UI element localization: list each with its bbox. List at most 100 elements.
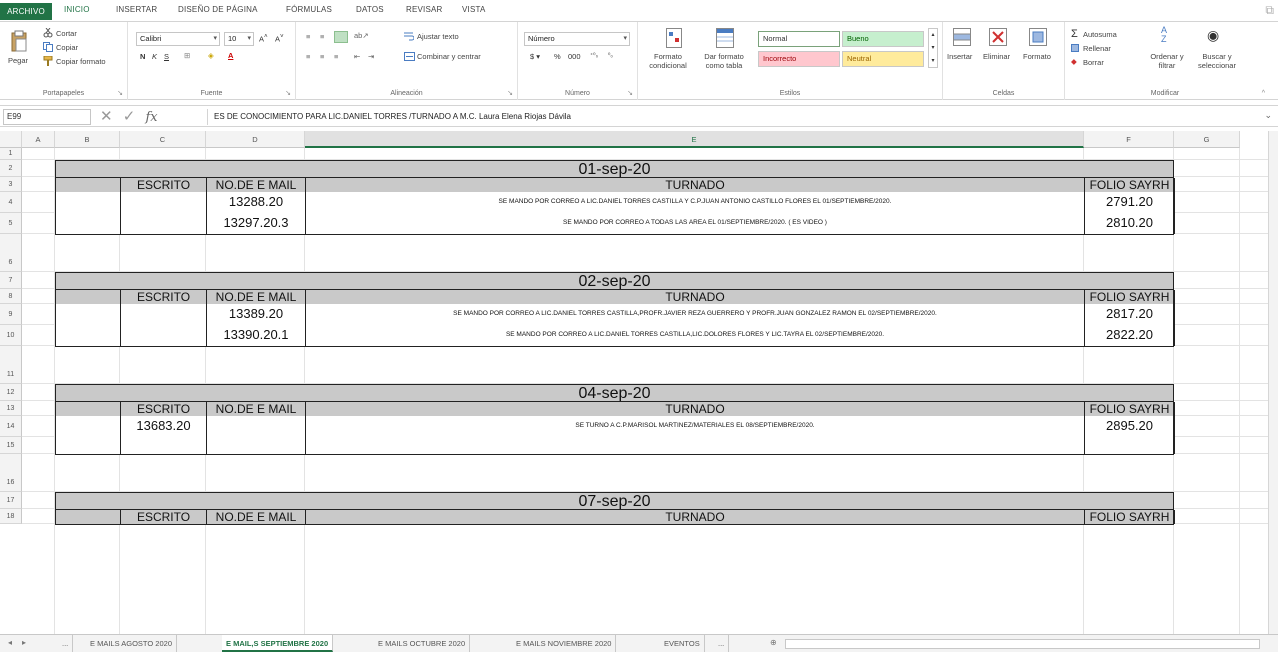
table-row[interactable]: 13683.20 SE TURNO A C.P.MARISOL MARTINEZ/… [55, 416, 1175, 438]
merge-center-icon[interactable] [404, 52, 415, 61]
delete-cells-icon[interactable] [989, 28, 1007, 46]
row-header-5[interactable]: 5 [0, 213, 22, 234]
row-header-14[interactable]: 14 [0, 416, 22, 437]
row-header-12[interactable]: 12 [0, 384, 22, 401]
column-header-e[interactable]: E [305, 131, 1084, 148]
font-name-combo[interactable]: Calibri ▾ [136, 32, 220, 46]
cell[interactable] [56, 213, 121, 234]
cut-button[interactable]: Cortar [56, 29, 77, 38]
styles-scroll-icon[interactable]: ▴ ▾ ▾ [928, 28, 938, 68]
style-incorrecto[interactable]: Incorrecto [758, 51, 840, 67]
row-header-18[interactable]: 18 [0, 509, 22, 524]
cell-turnado[interactable]: SE TURNO A C.P.MARISOL MARTINEZ/MATERIAL… [306, 416, 1085, 437]
collapse-ribbon-icon[interactable]: ^ [1262, 90, 1265, 97]
insert-cells-icon[interactable] [953, 28, 971, 46]
cell-mail[interactable] [207, 437, 306, 454]
expand-formula-icon[interactable]: ⌄ [1264, 110, 1272, 121]
sheet-tab[interactable]: E MAILS AGOSTO 2020 [86, 635, 177, 652]
cut-icon[interactable] [43, 28, 53, 38]
tab-vista[interactable]: VISTA [462, 5, 486, 14]
format-button[interactable]: Formato [1023, 52, 1051, 61]
table-row[interactable]: 13288.20 SE MANDO POR CORREO A LIC.DANIEL… [55, 192, 1175, 214]
tab-revisar[interactable]: REVISAR [406, 5, 443, 14]
insert-button[interactable]: Insertar [947, 52, 972, 61]
align-top-icon[interactable]: ≡ [306, 32, 310, 41]
format-painter-icon[interactable] [43, 56, 53, 66]
merge-center-button[interactable]: Combinar y centrar [417, 52, 481, 61]
table-row[interactable]: 13297.20.3 SE MANDO POR CORREO A TODAS LA… [55, 213, 1175, 235]
table-row[interactable] [55, 437, 1175, 455]
fill-color-icon[interactable]: ◈ [208, 51, 214, 60]
cell-folio[interactable] [1085, 437, 1175, 454]
percent-icon[interactable]: % [554, 52, 561, 61]
clear-button[interactable]: Borrar [1083, 58, 1104, 67]
cell-escrito[interactable] [121, 192, 207, 213]
column-header-f[interactable]: F [1084, 131, 1174, 148]
dialog-launcher-icon[interactable]: ↘ [117, 89, 123, 97]
worksheet-grid[interactable]: A B C D E F G 1 2 3 4 5 6 7 8 9 10 11 12 13 14 15 16 17 18 01-sep… [0, 131, 1278, 634]
cell-mail[interactable] [207, 416, 306, 437]
row-header-6[interactable]: 6 [0, 234, 22, 272]
row-header-3[interactable]: 3 [0, 177, 22, 192]
format-painter-button[interactable]: Copiar formato [56, 57, 106, 66]
row-header-9[interactable]: 9 [0, 304, 22, 325]
autosum-icon[interactable]: Σ [1071, 28, 1078, 40]
row-header-16[interactable]: 16 [0, 454, 22, 492]
conditional-format-icon[interactable] [666, 28, 682, 48]
cell-mail[interactable]: 13389.20 [207, 304, 306, 325]
copy-icon[interactable] [43, 42, 53, 52]
column-header-c[interactable]: C [120, 131, 206, 148]
row-header-8[interactable]: 8 [0, 289, 22, 304]
style-normal[interactable]: Normal [758, 31, 840, 47]
dialog-launcher-icon[interactable]: ↘ [627, 89, 633, 97]
row-header-2[interactable]: 2 [0, 160, 22, 177]
column-header-b[interactable]: B [55, 131, 120, 148]
align-center-icon[interactable]: ≡ [320, 52, 324, 61]
cell-mail[interactable]: 13297.20.3 [207, 213, 306, 234]
column-header-g[interactable]: G [1174, 131, 1240, 148]
copy-button[interactable]: Copiar [56, 43, 78, 52]
cell[interactable] [56, 416, 121, 437]
cell-folio[interactable]: 2822.20 [1085, 325, 1175, 346]
cell-folio[interactable]: 2817.20 [1085, 304, 1175, 325]
grow-font-icon[interactable]: A˄ [259, 33, 268, 44]
name-box[interactable]: E99 [3, 109, 91, 125]
format-cells-icon[interactable] [1029, 28, 1047, 46]
dialog-launcher-icon[interactable]: ↘ [285, 89, 291, 97]
sheet-tab[interactable]: ... [714, 635, 730, 652]
sheet-tab[interactable]: ... [58, 635, 74, 652]
sheet-tab[interactable]: E MAIL,S SEPTIEMBRE 2020 [222, 635, 334, 652]
tab-insertar[interactable]: INSERTAR [116, 5, 157, 14]
style-bueno[interactable]: Bueno [842, 31, 924, 47]
decrease-decimal-icon[interactable]: ⁰₀ [608, 52, 613, 59]
row-header-15[interactable]: 15 [0, 437, 22, 454]
bold-icon[interactable]: N [140, 52, 145, 61]
row-header-4[interactable]: 4 [0, 192, 22, 213]
paste-icon[interactable] [10, 30, 28, 52]
tab-inicio[interactable]: INICIO [64, 5, 90, 14]
delete-button[interactable]: Eliminar [983, 52, 1010, 61]
sheet-tab[interactable]: E MAILS OCTUBRE 2020 [374, 635, 471, 652]
table-row[interactable]: 13389.20 SE MANDO POR CORREO A LIC.DANIEL… [55, 304, 1175, 326]
tab-datos[interactable]: DATOS [356, 5, 384, 14]
style-neutral[interactable]: Neutral [842, 51, 924, 67]
cell[interactable] [56, 304, 121, 325]
cell-folio[interactable]: 2895.20 [1085, 416, 1175, 437]
increase-decimal-icon[interactable]: ⁺⁰₀ [590, 52, 598, 59]
cell-turnado[interactable]: SE MANDO POR CORREO A LIC.DANIEL TORRES … [306, 325, 1085, 346]
add-sheet-icon[interactable]: ⊕ [770, 638, 777, 647]
tab-formulas[interactable]: FÓRMULAS [286, 5, 332, 14]
fill-button[interactable]: Rellenar [1083, 44, 1111, 53]
cell-turnado[interactable] [306, 437, 1085, 454]
cell-turnado[interactable]: SE MANDO POR CORREO A LIC.DANIEL TORRES … [306, 192, 1085, 213]
next-sheet-icon[interactable]: ▸ [22, 638, 26, 647]
vertical-scrollbar[interactable] [1268, 131, 1278, 634]
column-header-d[interactable]: D [206, 131, 305, 148]
row-header-7[interactable]: 7 [0, 272, 22, 289]
shrink-font-icon[interactable]: A˅ [275, 33, 284, 44]
italic-icon[interactable]: K [152, 52, 157, 61]
cell-escrito[interactable]: 13683.20 [121, 416, 207, 437]
horizontal-scrollbar[interactable] [785, 639, 1260, 649]
cell-mail[interactable]: 13390.20.1 [207, 325, 306, 346]
cell-mail[interactable]: 13288.20 [207, 192, 306, 213]
